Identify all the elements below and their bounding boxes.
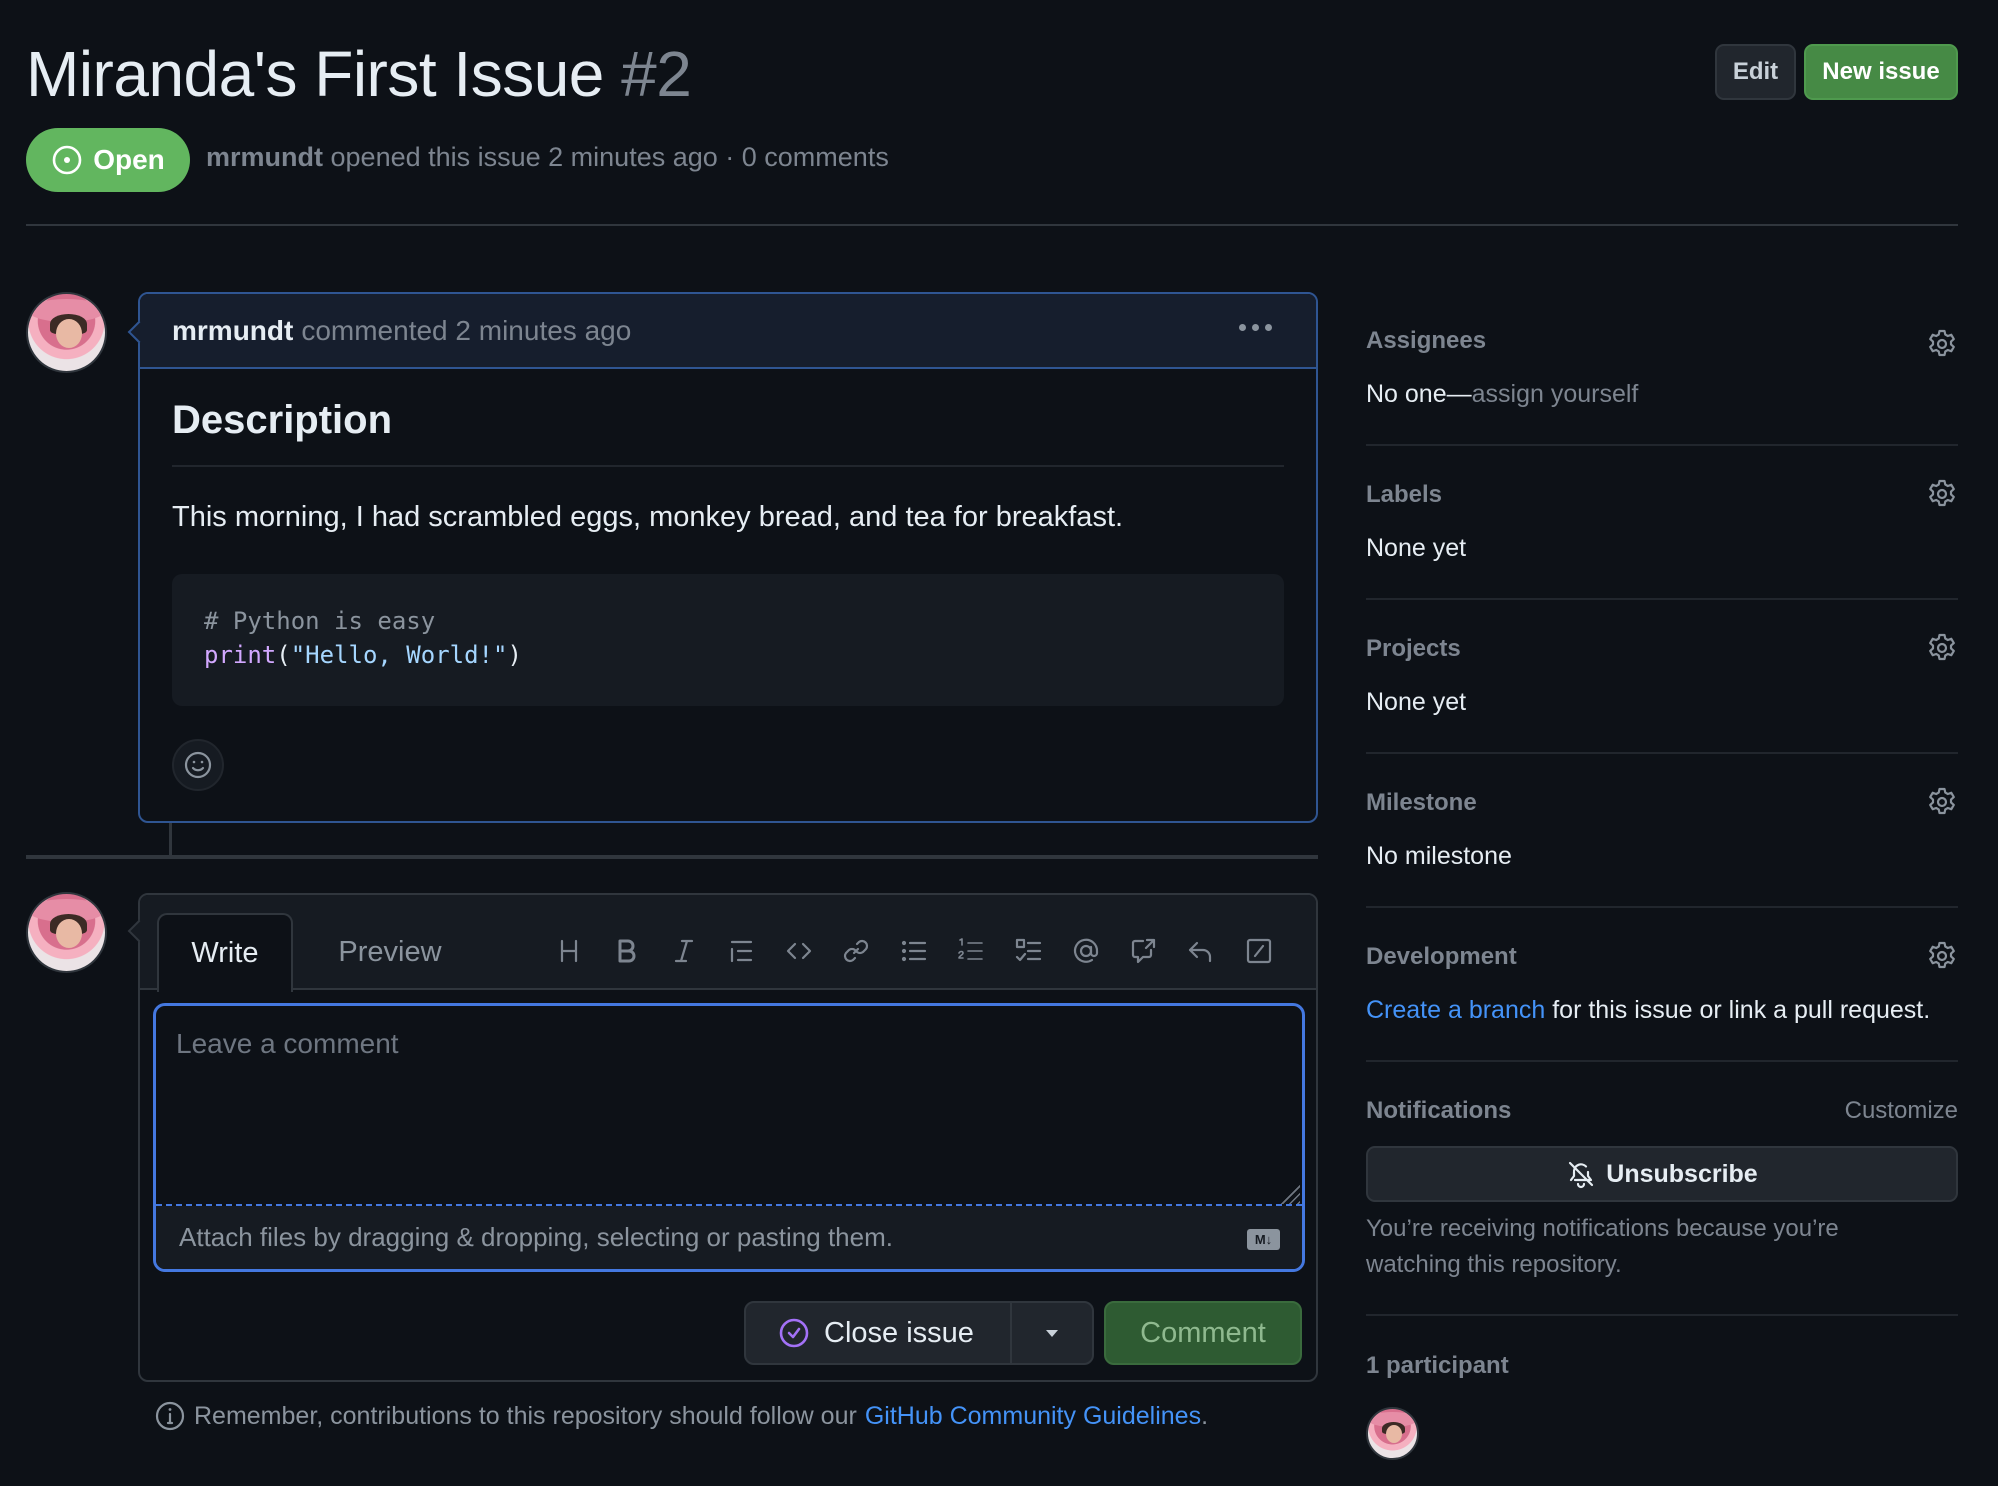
unsubscribe-label: Unsubscribe bbox=[1606, 1159, 1758, 1188]
gear-icon[interactable] bbox=[1926, 940, 1958, 972]
customize-notifications-link[interactable]: Customize bbox=[1845, 1097, 1958, 1125]
sidebar-labels-heading[interactable]: Labels bbox=[1366, 481, 1442, 509]
comment-header: mrmundt commented 2 minutes ago bbox=[140, 294, 1316, 369]
issue-title-text: Miranda's First Issue bbox=[26, 38, 604, 110]
avatar[interactable] bbox=[26, 892, 107, 973]
triangle-down-icon bbox=[1046, 1330, 1058, 1337]
issue-title: Miranda's First Issue #2 bbox=[26, 36, 692, 112]
sidebar-milestone-value: No milestone bbox=[1366, 842, 1512, 870]
add-reaction-button[interactable] bbox=[172, 739, 224, 791]
attach-files-text: Attach files by dragging & dropping, sel… bbox=[179, 1222, 893, 1252]
development-text: for this issue or link a pull request. bbox=[1545, 996, 1931, 1024]
status-label: Open bbox=[93, 144, 165, 175]
bell-slash-icon bbox=[1569, 1161, 1594, 1189]
avatar[interactable] bbox=[26, 292, 107, 373]
more-options-icon[interactable] bbox=[1233, 318, 1278, 337]
tab-preview[interactable]: Preview bbox=[300, 913, 480, 992]
close-issue-label: Close issue bbox=[824, 1316, 974, 1349]
sidebar-divider bbox=[1366, 752, 1958, 754]
markdown-icon[interactable]: M↓ bbox=[1247, 1229, 1280, 1250]
assignees-none-text: No one— bbox=[1366, 380, 1472, 408]
guidelines-note: Remember, contributions to this reposito… bbox=[154, 1400, 1208, 1432]
sidebar-divider bbox=[1366, 598, 1958, 600]
italic-icon[interactable] bbox=[655, 925, 713, 977]
comment-editor: Write Preview Attach files by dragging &… bbox=[138, 893, 1318, 1382]
heading-divider bbox=[172, 465, 1284, 467]
issue-number: #2 bbox=[621, 38, 692, 110]
gear-icon[interactable] bbox=[1926, 328, 1958, 360]
gear-icon[interactable] bbox=[1926, 786, 1958, 818]
markdown-toolbar bbox=[540, 925, 1288, 977]
issue-open-icon bbox=[52, 145, 82, 175]
issue-meta-text: opened this issue 2 minutes ago · 0 comm… bbox=[330, 142, 889, 172]
sidebar-assignees-heading[interactable]: Assignees bbox=[1366, 327, 1486, 355]
sidebar-projects-value: None yet bbox=[1366, 688, 1467, 716]
code-paren: ) bbox=[507, 641, 522, 669]
unsubscribe-button[interactable]: Unsubscribe bbox=[1366, 1146, 1958, 1202]
comment-textarea-wrapper: Attach files by dragging & dropping, sel… bbox=[153, 1003, 1305, 1272]
code-block: # Python is easy print("Hello, World!") bbox=[172, 574, 1284, 706]
create-branch-link[interactable]: Create a branch bbox=[1366, 996, 1545, 1024]
comment-textarea[interactable] bbox=[156, 1006, 1302, 1204]
assign-yourself-link[interactable]: assign yourself bbox=[1472, 380, 1639, 408]
timeline-line bbox=[169, 823, 172, 857]
sidebar-assignees-value: No one—assign yourself bbox=[1366, 380, 1638, 409]
close-issue-button-group: Close issue bbox=[744, 1301, 1094, 1365]
comment-button[interactable]: Comment bbox=[1104, 1301, 1302, 1365]
bold-icon[interactable] bbox=[598, 925, 656, 977]
comment-author-link[interactable]: mrmundt bbox=[172, 315, 293, 347]
guidelines-period: . bbox=[1201, 1401, 1209, 1430]
comment-timestamp[interactable]: commented 2 minutes ago bbox=[301, 315, 631, 347]
sidebar-divider bbox=[1366, 1060, 1958, 1062]
sidebar: Assignees No one—assign yourself Labels … bbox=[1366, 0, 1958, 1486]
heading-icon[interactable] bbox=[540, 925, 598, 977]
code-function: print bbox=[204, 641, 277, 669]
editor-header: Write Preview bbox=[140, 895, 1316, 992]
comment-paragraph: This morning, I had scrambled eggs, monk… bbox=[172, 501, 1124, 533]
sidebar-participants-heading: 1 participant bbox=[1366, 1352, 1509, 1379]
code-string: "Hello, World!" bbox=[290, 641, 508, 669]
sidebar-divider bbox=[1366, 906, 1958, 908]
unordered-list-icon[interactable] bbox=[885, 925, 943, 977]
guidelines-text: Remember, contributions to this reposito… bbox=[194, 1401, 857, 1430]
sidebar-projects-heading[interactable]: Projects bbox=[1366, 635, 1461, 663]
close-issue-button[interactable]: Close issue bbox=[746, 1303, 1012, 1363]
status-badge: Open bbox=[26, 128, 190, 192]
issue-closed-icon bbox=[779, 1318, 809, 1348]
slash-command-icon[interactable] bbox=[1230, 925, 1288, 977]
comment-card: mrmundt commented 2 minutes ago Descript… bbox=[138, 292, 1318, 823]
gear-icon[interactable] bbox=[1926, 478, 1958, 510]
sidebar-development-value: Create a branch for this issue or link a… bbox=[1366, 996, 1930, 1025]
gear-icon[interactable] bbox=[1926, 632, 1958, 664]
attach-files-area[interactable]: Attach files by dragging & dropping, sel… bbox=[156, 1206, 1302, 1269]
issue-meta: mrmundt opened this issue 2 minutes ago … bbox=[206, 142, 889, 173]
sidebar-divider bbox=[1366, 444, 1958, 446]
participant-avatar[interactable] bbox=[1366, 1407, 1419, 1460]
code-comment: # Python is easy bbox=[204, 607, 436, 635]
ordered-list-icon[interactable] bbox=[943, 925, 1001, 977]
sidebar-labels-value: None yet bbox=[1366, 534, 1467, 562]
mention-icon[interactable] bbox=[1058, 925, 1116, 977]
comment-heading: Description bbox=[172, 398, 393, 442]
smiley-icon bbox=[184, 751, 212, 779]
code-paren: ( bbox=[276, 641, 291, 669]
task-list-icon[interactable] bbox=[1000, 925, 1058, 977]
link-icon[interactable] bbox=[828, 925, 886, 977]
sidebar-notifications-heading: Notifications bbox=[1366, 1097, 1512, 1124]
timeline-divider bbox=[26, 855, 1318, 859]
code-icon[interactable] bbox=[770, 925, 828, 977]
issue-author-link[interactable]: mrmundt bbox=[206, 142, 323, 172]
sidebar-development-heading[interactable]: Development bbox=[1366, 943, 1517, 971]
sidebar-divider bbox=[1366, 1314, 1958, 1316]
close-issue-dropdown[interactable] bbox=[1012, 1303, 1092, 1363]
cross-reference-icon[interactable] bbox=[1115, 925, 1173, 977]
guidelines-link[interactable]: GitHub Community Guidelines bbox=[865, 1402, 1201, 1430]
reply-icon[interactable] bbox=[1173, 925, 1231, 977]
tab-write[interactable]: Write bbox=[157, 913, 293, 992]
notifications-note: You’re receiving notifications because y… bbox=[1366, 1215, 1839, 1278]
info-icon bbox=[155, 1401, 185, 1431]
quote-icon[interactable] bbox=[713, 925, 771, 977]
sidebar-milestone-heading[interactable]: Milestone bbox=[1366, 789, 1477, 817]
